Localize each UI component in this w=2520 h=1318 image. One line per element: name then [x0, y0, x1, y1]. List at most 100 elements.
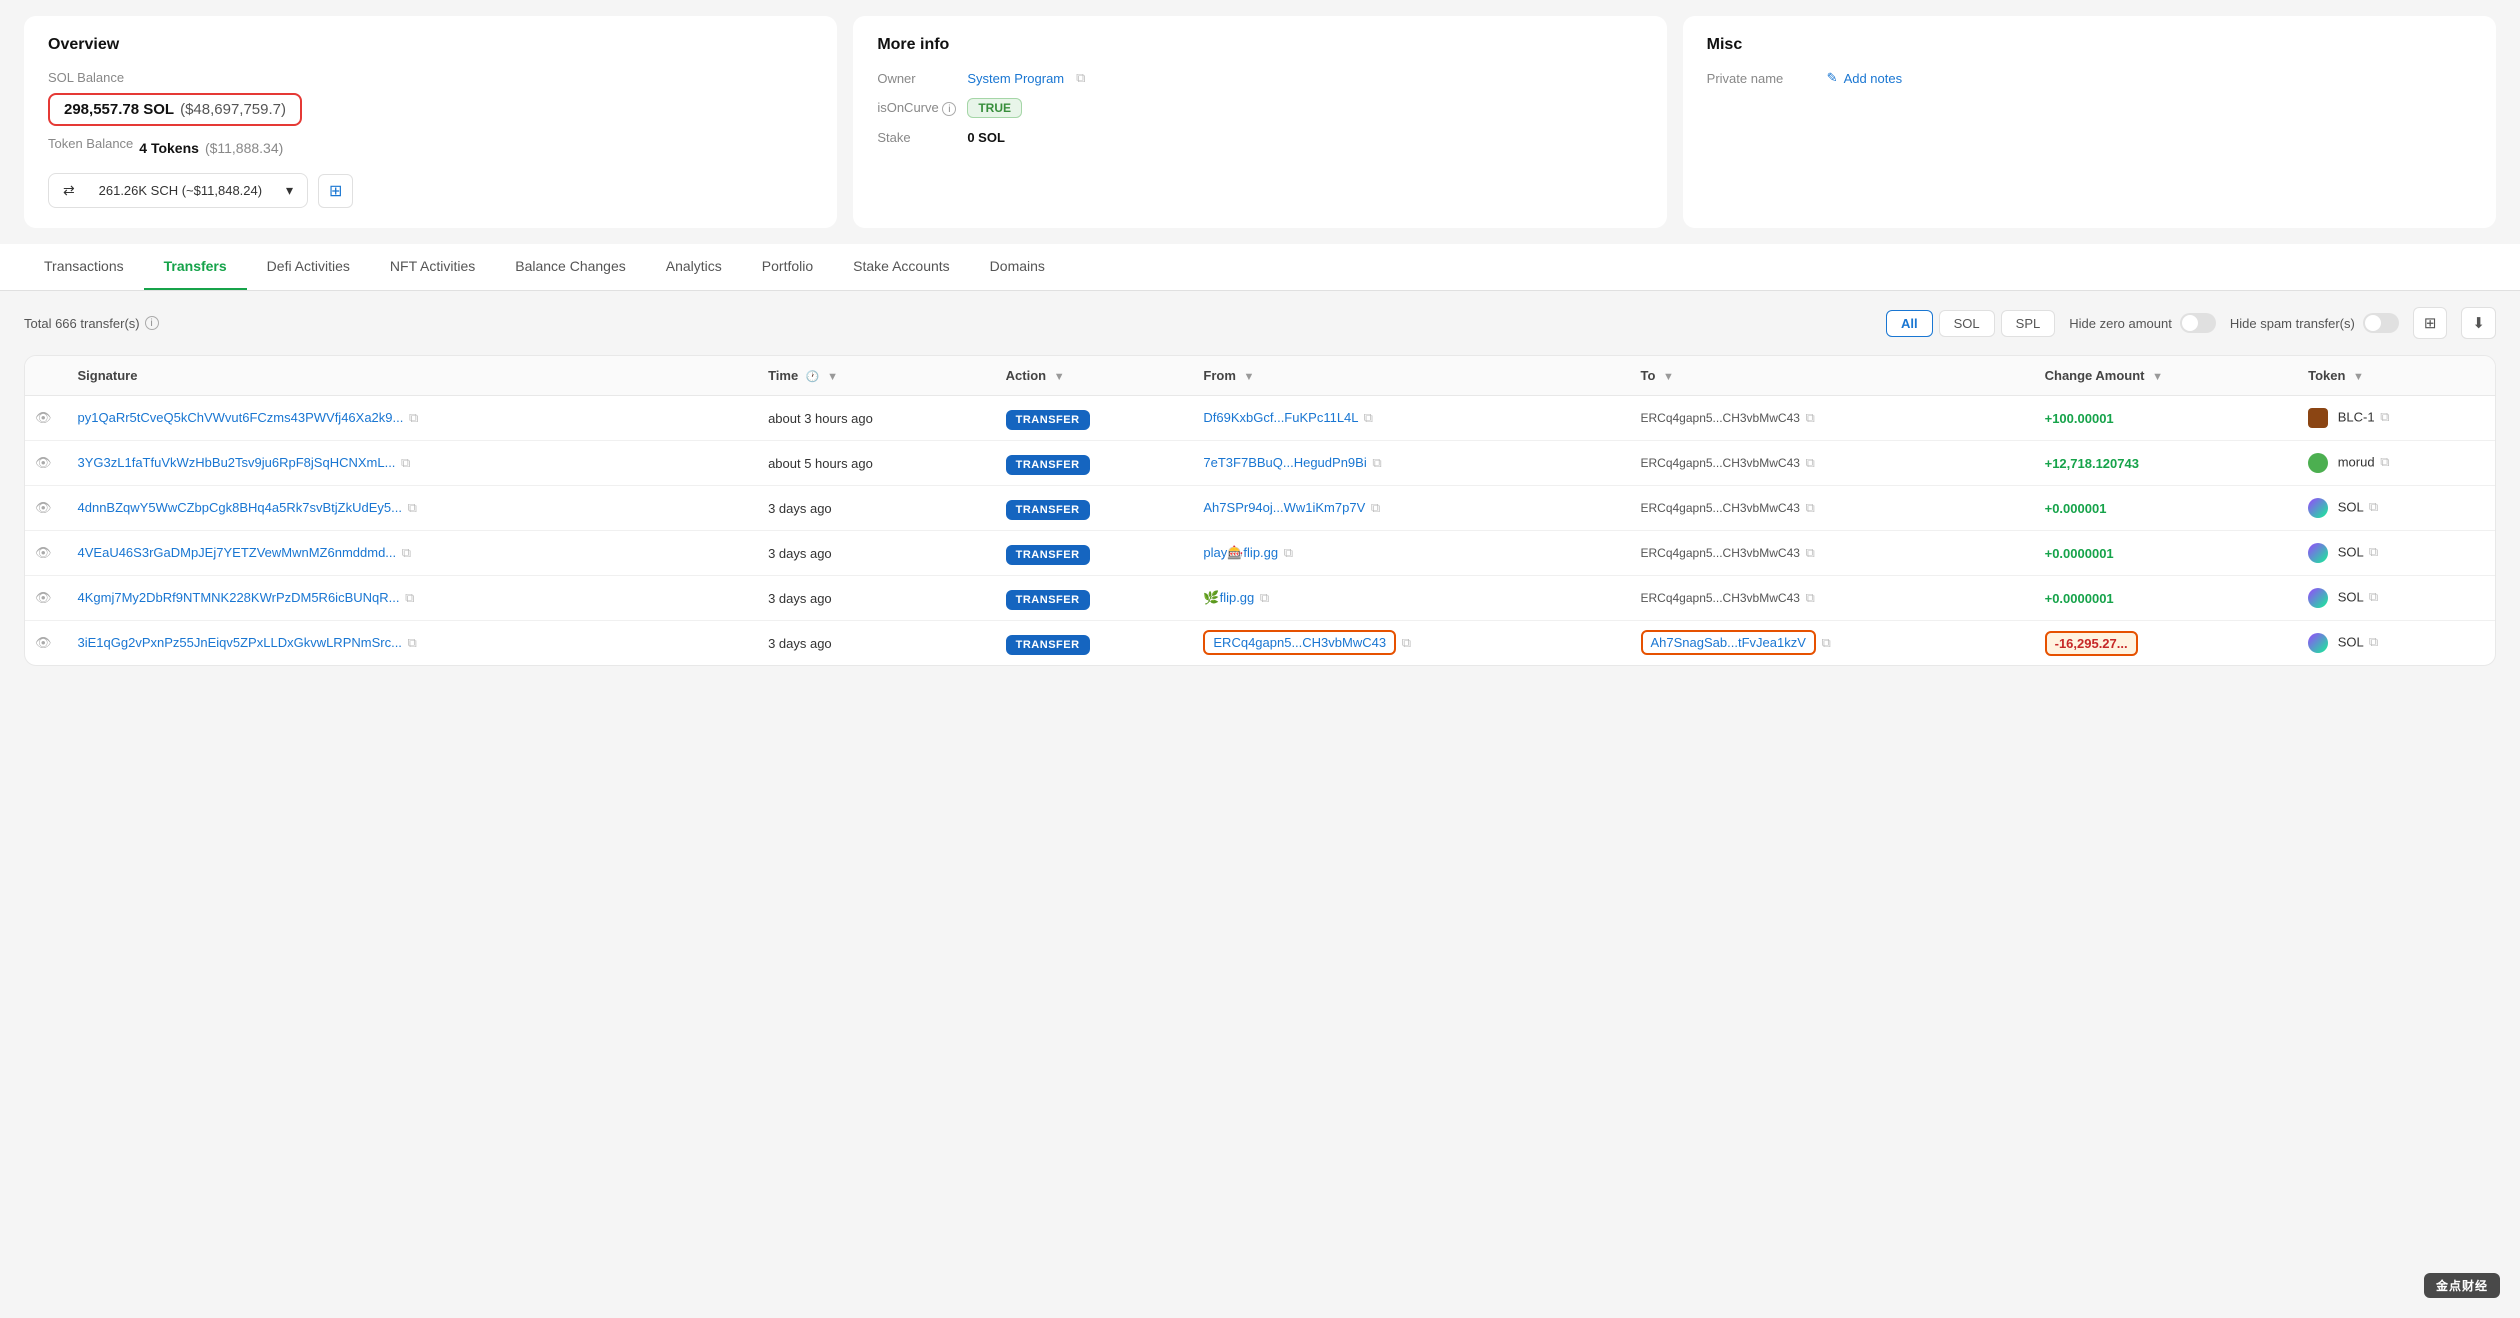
eye-icon[interactable]: 👁 — [35, 635, 52, 650]
copy-signature-button[interactable]: ⧉ — [406, 500, 419, 516]
eye-icon[interactable]: 👁 — [35, 455, 52, 470]
total-info-icon[interactable]: i — [145, 316, 159, 330]
signature-link[interactable]: py1QaRr5tCveQ5kChVWvut6FCzms43PWVfj46Xa2… — [78, 410, 404, 425]
copy-to-button[interactable]: ⧉ — [1804, 410, 1817, 426]
copy-to-button[interactable]: ⧉ — [1820, 635, 1833, 651]
download-button[interactable]: ⬇ — [2461, 307, 2496, 339]
eye-icon[interactable]: 👁 — [35, 590, 52, 605]
add-notes-button[interactable]: ✎ Add notes — [1827, 70, 1902, 86]
tab-nft-activities[interactable]: NFT Activities — [370, 244, 495, 290]
signature-cell: 3YG3zL1faTfuVkWzHbBu2Tsv9ju6RpF8jSqHCNXm… — [68, 441, 759, 486]
signature-cell: py1QaRr5tCveQ5kChVWvut6FCzms43PWVfj46Xa2… — [68, 396, 759, 441]
copy-signature-button[interactable]: ⧉ — [407, 410, 420, 426]
eye-icon[interactable]: 👁 — [35, 545, 52, 560]
token-name[interactable]: SOL — [2338, 499, 2364, 514]
from-link[interactable]: Df69KxbGcf...FuKPc11L4L — [1203, 410, 1358, 425]
copy-to-button[interactable]: ⧉ — [1804, 590, 1817, 606]
copy-token-button[interactable]: ⧉ — [2367, 499, 2380, 515]
copy-from-button[interactable]: ⧉ — [1400, 635, 1413, 651]
tab-transactions[interactable]: Transactions — [24, 244, 144, 290]
to-link[interactable]: ERCq4gapn5...CH3vbMwC43 — [1641, 546, 1800, 560]
table-row: 👁 4VEaU46S3rGaDMpJEj7YETZVewMwnMZ6nmddmd… — [25, 531, 2495, 576]
amount-filter-icon[interactable]: ▼ — [2152, 371, 2163, 383]
token-name[interactable]: BLC-1 — [2338, 409, 2375, 424]
copy-token-button[interactable]: ⧉ — [2367, 634, 2380, 650]
tab-defi-activities[interactable]: Defi Activities — [247, 244, 370, 290]
change-amount-value: +0.000001 — [2045, 501, 2107, 516]
copy-from-button[interactable]: ⧉ — [1370, 455, 1383, 471]
hide-zero-toggle-row: Hide zero amount — [2069, 313, 2216, 333]
copy-to-button[interactable]: ⧉ — [1804, 455, 1817, 471]
to-cell: Ah7SnagSab...tFvJea1kzV ⧉ — [1631, 621, 2035, 666]
from-filter-icon[interactable]: ▼ — [1244, 371, 1255, 383]
to-filter-icon[interactable]: ▼ — [1663, 371, 1674, 383]
from-link[interactable]: ERCq4gapn5...CH3vbMwC43 — [1203, 630, 1396, 655]
to-link[interactable]: ERCq4gapn5...CH3vbMwC43 — [1641, 456, 1800, 470]
amount-cell: +12,718.120743 — [2035, 441, 2298, 486]
eye-icon[interactable]: 👁 — [35, 410, 52, 425]
from-cell: Ah7SPr94oj...Ww1iKm7p7V ⧉ — [1193, 486, 1630, 531]
token-name[interactable]: SOL — [2338, 589, 2364, 604]
tab-balance-changes[interactable]: Balance Changes — [495, 244, 646, 290]
copy-to-button[interactable]: ⧉ — [1804, 545, 1817, 561]
token-balance-value: 4 Tokens — [139, 140, 199, 156]
copy-from-button[interactable]: ⧉ — [1258, 590, 1271, 606]
copy-from-button[interactable]: ⧉ — [1369, 500, 1382, 516]
from-link[interactable]: play🎰flip.gg — [1203, 545, 1278, 560]
tab-analytics[interactable]: Analytics — [646, 244, 742, 290]
copy-token-button[interactable]: ⧉ — [2378, 454, 2391, 470]
signature-link[interactable]: 4Kgmj7My2DbRf9NTMNK228KWrPzDM5R6icBUNqR.… — [78, 590, 400, 605]
hide-spam-toggle[interactable] — [2363, 313, 2399, 333]
hide-zero-toggle[interactable] — [2180, 313, 2216, 333]
eye-icon[interactable]: 👁 — [35, 500, 52, 515]
tab-stake-accounts[interactable]: Stake Accounts — [833, 244, 970, 290]
to-link[interactable]: ERCq4gapn5...CH3vbMwC43 — [1641, 591, 1800, 605]
signature-link[interactable]: 3iE1qGg2vPxnPz55JnEiqv5ZPxLLDxGkvwLRPNmS… — [78, 635, 402, 650]
tab-portfolio[interactable]: Portfolio — [742, 244, 833, 290]
th-signature-text: Signature — [68, 356, 759, 396]
copy-signature-button[interactable]: ⧉ — [399, 455, 412, 471]
from-link[interactable]: 7eT3F7BBuQ...HegudPn9Bi — [1203, 455, 1366, 470]
copy-signature-button[interactable]: ⧉ — [406, 635, 419, 651]
action-cell: TRANSFER — [996, 486, 1194, 531]
copy-to-button[interactable]: ⧉ — [1804, 500, 1817, 516]
from-link[interactable]: 🌿flip.gg — [1203, 590, 1254, 605]
amount-cell: +100.00001 — [2035, 396, 2298, 441]
token-dropdown[interactable]: ⇄ 261.26K SCH (~$11,848.24) ▾ — [48, 173, 308, 208]
to-link[interactable]: ERCq4gapn5...CH3vbMwC43 — [1641, 411, 1800, 425]
copy-token-button[interactable]: ⧉ — [2378, 409, 2391, 425]
signature-link[interactable]: 4dnnBZqwY5WwCZbpCgk8BHq4a5Rk7svBtjZkUdEy… — [78, 500, 402, 515]
copy-token-button[interactable]: ⧉ — [2367, 589, 2380, 605]
filter-icon-button[interactable]: ⊞ — [2413, 307, 2448, 339]
token-send-button[interactable]: ⊞ — [318, 174, 353, 208]
action-filter-icon[interactable]: ▼ — [1054, 371, 1065, 383]
action-cell: TRANSFER — [996, 621, 1194, 666]
token-name[interactable]: SOL — [2338, 544, 2364, 559]
to-link[interactable]: Ah7SnagSab...tFvJea1kzV — [1641, 630, 1816, 655]
isoncurve-value: TRUE — [967, 98, 1022, 118]
tab-domains[interactable]: Domains — [970, 244, 1065, 290]
token-name[interactable]: SOL — [2338, 634, 2364, 649]
signature-link[interactable]: 3YG3zL1faTfuVkWzHbBu2Tsv9ju6RpF8jSqHCNXm… — [78, 455, 396, 470]
copy-from-button[interactable]: ⧉ — [1362, 410, 1375, 426]
copy-signature-button[interactable]: ⧉ — [403, 590, 416, 606]
token-filter-icon[interactable]: ▼ — [2353, 371, 2364, 383]
transfers-table: Signature Time 🕐 ▼ Action ▼ From ▼ — [25, 356, 2495, 665]
token-name[interactable]: morud — [2338, 454, 2375, 469]
from-link[interactable]: Ah7SPr94oj...Ww1iKm7p7V — [1203, 500, 1365, 515]
filter-spl-button[interactable]: SPL — [2001, 310, 2056, 337]
owner-value[interactable]: System Program — [967, 71, 1064, 86]
filter-all-button[interactable]: All — [1886, 310, 1933, 337]
copy-owner-button[interactable]: ⧉ — [1074, 70, 1087, 86]
signature-link[interactable]: 4VEaU46S3rGaDMpJEj7YETZVewMwnMZ6nmddmd..… — [78, 545, 397, 560]
tab-transfers[interactable]: Transfers — [144, 244, 247, 290]
th-action: Action ▼ — [996, 356, 1194, 396]
time-filter-icon[interactable]: ▼ — [827, 371, 838, 383]
copy-signature-button[interactable]: ⧉ — [400, 545, 413, 561]
filter-sol-button[interactable]: SOL — [1939, 310, 1995, 337]
copy-from-button[interactable]: ⧉ — [1282, 545, 1295, 561]
isoncurve-info-icon[interactable]: i — [942, 102, 956, 116]
to-link[interactable]: ERCq4gapn5...CH3vbMwC43 — [1641, 501, 1800, 515]
copy-token-button[interactable]: ⧉ — [2367, 544, 2380, 560]
sol-balance-usd: ($48,697,759.7) — [180, 101, 286, 118]
